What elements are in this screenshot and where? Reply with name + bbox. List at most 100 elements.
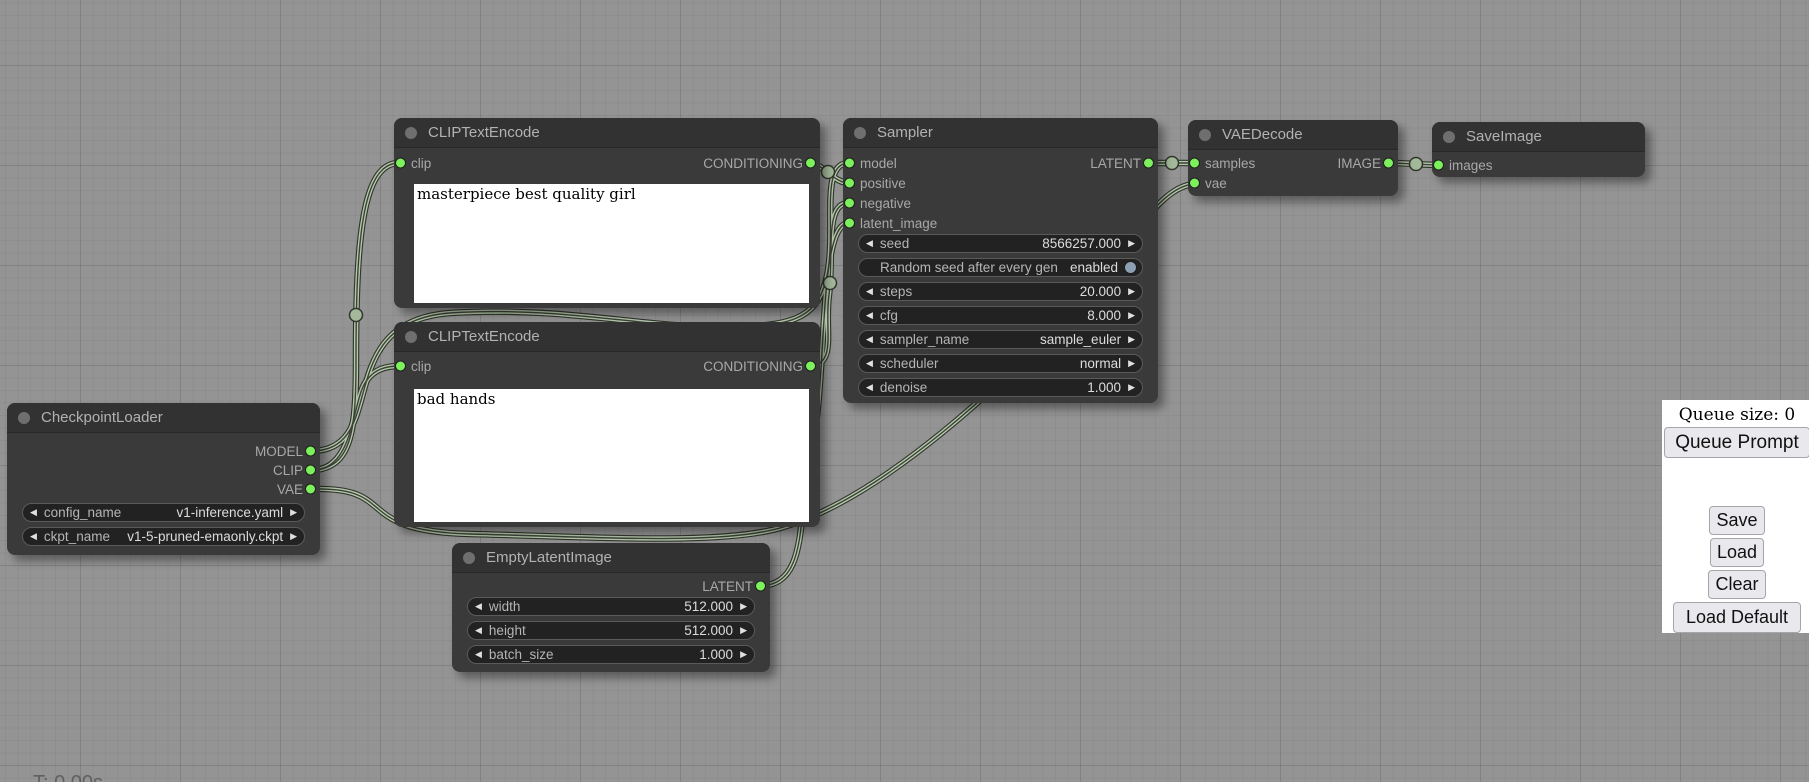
reroute-dot[interactable] xyxy=(1410,158,1423,171)
clear-button[interactable]: Clear xyxy=(1708,570,1765,599)
output-port-icon[interactable] xyxy=(805,361,816,372)
widget-config-name[interactable]: ◀ config_name v1-inference.yaml ▶ xyxy=(22,503,305,522)
input-port-icon[interactable] xyxy=(1433,160,1444,171)
widget-value: 1.000 xyxy=(699,647,733,662)
widget-cfg[interactable]: ◀ cfg 8.000 ▶ xyxy=(858,306,1143,325)
output-port-icon[interactable] xyxy=(305,465,316,476)
widget-value: 8.000 xyxy=(1087,308,1121,323)
node-title-bar[interactable]: CLIPTextEncode xyxy=(394,322,820,352)
collapse-dot-icon[interactable] xyxy=(405,127,417,139)
input-port-icon[interactable] xyxy=(1189,158,1200,169)
increment-arrow-icon[interactable]: ▶ xyxy=(1121,282,1142,301)
reroute-dot[interactable] xyxy=(822,166,835,179)
increment-arrow-icon[interactable]: ▶ xyxy=(733,597,754,616)
toggle-circle-icon[interactable] xyxy=(1124,261,1137,274)
decrement-arrow-icon[interactable]: ◀ xyxy=(859,306,880,325)
decrement-arrow-icon[interactable]: ◀ xyxy=(859,234,880,253)
node-sampler[interactable]: Sampler model positive negative latent_i… xyxy=(843,118,1158,403)
slot-label: latent_image xyxy=(860,216,937,231)
slot-label: negative xyxy=(860,196,911,211)
slot-label: IMAGE xyxy=(1337,156,1381,171)
input-slot-clip: clip xyxy=(394,153,431,173)
increment-arrow-icon[interactable]: ▶ xyxy=(1121,234,1142,253)
widget-width[interactable]: ◀ width 512.000 ▶ xyxy=(467,597,755,616)
input-port-icon[interactable] xyxy=(1189,178,1200,189)
output-port-icon[interactable] xyxy=(1143,158,1154,169)
slot-label: VAE xyxy=(277,482,303,497)
widget-ckpt-name[interactable]: ◀ ckpt_name v1-5-pruned-emaonly.ckpt ▶ xyxy=(22,527,305,546)
input-port-icon[interactable] xyxy=(844,178,855,189)
save-button[interactable]: Save xyxy=(1709,506,1764,535)
node-title-bar[interactable]: CLIPTextEncode xyxy=(394,118,820,148)
decrement-arrow-icon[interactable]: ◀ xyxy=(859,330,880,349)
input-port-icon[interactable] xyxy=(395,158,406,169)
output-port-icon[interactable] xyxy=(305,446,316,457)
input-port-icon[interactable] xyxy=(844,218,855,229)
increment-arrow-icon[interactable]: ▶ xyxy=(733,621,754,640)
widget-height[interactable]: ◀ height 512.000 ▶ xyxy=(467,621,755,640)
decrement-arrow-icon[interactable]: ◀ xyxy=(23,527,44,546)
increment-arrow-icon[interactable]: ▶ xyxy=(1121,306,1142,325)
node-cliptextencode-negative[interactable]: CLIPTextEncode clip CONDITIONING bad han… xyxy=(394,322,820,527)
collapse-dot-icon[interactable] xyxy=(854,127,866,139)
queue-prompt-button[interactable]: Queue Prompt xyxy=(1664,427,1809,458)
collapse-dot-icon[interactable] xyxy=(405,331,417,343)
node-saveimage[interactable]: SaveImage images xyxy=(1432,122,1645,177)
slot-label: LATENT xyxy=(702,579,753,594)
node-checkpointloader[interactable]: CheckpointLoader MODEL CLIP VAE ◀ config… xyxy=(7,403,320,555)
widget-sampler-name[interactable]: ◀ sampler_name sample_euler ▶ xyxy=(858,330,1143,349)
load-default-button[interactable]: Load Default xyxy=(1673,602,1801,633)
input-port-icon[interactable] xyxy=(844,158,855,169)
widget-label: denoise xyxy=(880,380,927,395)
node-vaedecode[interactable]: VAEDecode samples vae IMAGE xyxy=(1188,120,1398,196)
increment-arrow-icon[interactable]: ▶ xyxy=(1121,378,1142,397)
positive-prompt-textarea[interactable]: masterpiece best quality girl xyxy=(414,184,809,303)
decrement-arrow-icon[interactable]: ◀ xyxy=(859,378,880,397)
collapse-dot-icon[interactable] xyxy=(463,552,475,564)
negative-prompt-textarea[interactable]: bad hands xyxy=(414,389,809,522)
node-title: CheckpointLoader xyxy=(41,409,163,426)
output-port-icon[interactable] xyxy=(755,581,766,592)
decrement-arrow-icon[interactable]: ◀ xyxy=(859,354,880,373)
widget-seed[interactable]: ◀ seed 8566257.000 ▶ xyxy=(858,234,1143,253)
increment-arrow-icon[interactable]: ▶ xyxy=(283,527,304,546)
output-slot-conditioning: CONDITIONING xyxy=(703,356,820,376)
widget-scheduler[interactable]: ◀ scheduler normal ▶ xyxy=(858,354,1143,373)
slot-label: CONDITIONING xyxy=(703,156,803,171)
input-port-icon[interactable] xyxy=(395,361,406,372)
output-port-icon[interactable] xyxy=(305,484,316,495)
output-port-icon[interactable] xyxy=(1383,158,1394,169)
node-title-bar[interactable]: EmptyLatentImage xyxy=(452,543,770,573)
reroute-dot[interactable] xyxy=(1166,157,1179,170)
node-title-bar[interactable]: SaveImage xyxy=(1432,122,1645,152)
widget-denoise[interactable]: ◀ denoise 1.000 ▶ xyxy=(858,378,1143,397)
decrement-arrow-icon[interactable]: ◀ xyxy=(468,645,489,664)
slot-label: CONDITIONING xyxy=(703,359,803,374)
input-slot-images: images xyxy=(1432,155,1493,175)
collapse-dot-icon[interactable] xyxy=(1443,131,1455,143)
node-emptylatentimage[interactable]: EmptyLatentImage LATENT ◀ width 512.000 … xyxy=(452,543,770,672)
decrement-arrow-icon[interactable]: ◀ xyxy=(859,282,880,301)
increment-arrow-icon[interactable]: ▶ xyxy=(1121,330,1142,349)
node-title-bar[interactable]: VAEDecode xyxy=(1188,120,1398,150)
collapse-dot-icon[interactable] xyxy=(1199,129,1211,141)
widget-batch-size[interactable]: ◀ batch_size 1.000 ▶ xyxy=(467,645,755,664)
increment-arrow-icon[interactable]: ▶ xyxy=(1121,354,1142,373)
decrement-arrow-icon[interactable]: ◀ xyxy=(23,503,44,522)
collapse-dot-icon[interactable] xyxy=(18,412,30,424)
increment-arrow-icon[interactable]: ▶ xyxy=(283,503,304,522)
node-cliptextencode-positive[interactable]: CLIPTextEncode clip CONDITIONING masterp… xyxy=(394,118,820,308)
output-port-icon[interactable] xyxy=(805,158,816,169)
decrement-arrow-icon[interactable]: ◀ xyxy=(468,597,489,616)
load-button[interactable]: Load xyxy=(1710,538,1764,567)
reroute-dot[interactable] xyxy=(350,309,363,322)
slot-label: vae xyxy=(1205,176,1227,191)
increment-arrow-icon[interactable]: ▶ xyxy=(733,645,754,664)
decrement-arrow-icon[interactable]: ◀ xyxy=(468,621,489,640)
widget-random-seed-toggle[interactable]: Random seed after every gen enabled xyxy=(858,258,1143,277)
reroute-dot[interactable] xyxy=(824,277,837,290)
node-title-bar[interactable]: CheckpointLoader xyxy=(7,403,320,433)
input-port-icon[interactable] xyxy=(844,198,855,209)
widget-steps[interactable]: ◀ steps 20.000 ▶ xyxy=(858,282,1143,301)
node-title-bar[interactable]: Sampler xyxy=(843,118,1158,148)
